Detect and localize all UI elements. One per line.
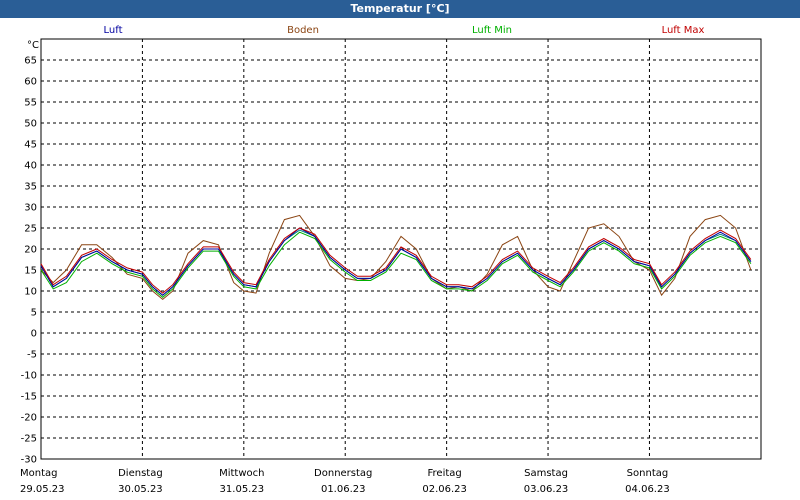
y-tick-label: 50 xyxy=(24,119,37,130)
y-tick-label: -20 xyxy=(21,413,37,424)
y-tick-label: -30 xyxy=(21,455,37,466)
x-tick-date: 02.06.23 xyxy=(422,484,467,495)
y-axis-label: °C xyxy=(27,40,39,51)
x-tick-weekday: Dienstag xyxy=(118,468,163,479)
x-tick-weekday: Montag xyxy=(20,468,57,479)
y-tick-label: 45 xyxy=(24,140,37,151)
y-tick-label: -25 xyxy=(21,434,37,445)
y-tick-label: 30 xyxy=(24,203,37,214)
y-tick-label: 15 xyxy=(24,266,37,277)
temperature-chart: 65605550454035302520151050-5-10-15-20-25… xyxy=(20,38,762,495)
x-tick-weekday: Freitag xyxy=(428,468,462,479)
y-tick-label: 0 xyxy=(31,329,37,340)
x-tick-date: 01.06.23 xyxy=(321,484,366,495)
x-tick-weekday: Mittwoch xyxy=(219,468,264,479)
y-tick-label: 65 xyxy=(24,56,37,67)
y-tick-label: 25 xyxy=(24,224,37,235)
x-tick-weekday: Sonntag xyxy=(627,468,669,479)
y-tick-label: 60 xyxy=(24,77,37,88)
y-tick-label: 40 xyxy=(24,161,37,172)
y-tick-label: 5 xyxy=(31,308,37,319)
x-tick-date: 30.05.23 xyxy=(118,484,163,495)
x-tick-date: 04.06.23 xyxy=(625,484,670,495)
y-tick-label: 10 xyxy=(24,287,37,298)
x-tick-date: 29.05.23 xyxy=(20,484,65,495)
x-tick-date: 03.06.23 xyxy=(524,484,569,495)
y-tick-label: -5 xyxy=(27,350,37,361)
y-tick-label: 35 xyxy=(24,182,37,193)
y-tick-label: -15 xyxy=(21,392,37,403)
x-tick-weekday: Donnerstag xyxy=(314,468,372,479)
x-tick-date: 31.05.23 xyxy=(220,484,265,495)
y-tick-label: 55 xyxy=(24,98,37,109)
y-tick-label: -10 xyxy=(21,371,37,382)
x-tick-weekday: Samstag xyxy=(524,468,568,479)
y-tick-label: 20 xyxy=(24,245,37,256)
